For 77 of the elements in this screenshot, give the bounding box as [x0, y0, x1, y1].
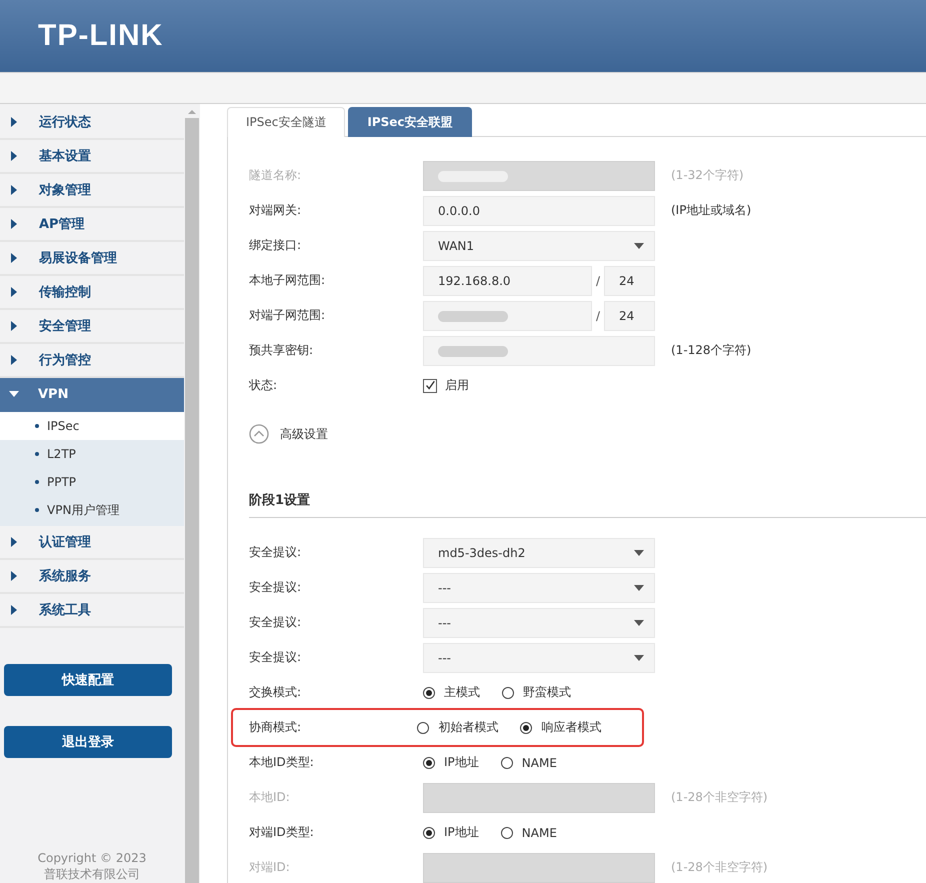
checkbox[interactable]	[423, 378, 437, 392]
field-label: 预共享密钥:	[249, 342, 314, 359]
hint-text: (1-28个非空字符)	[671, 859, 768, 876]
field-label: 本地子网范围:	[249, 272, 326, 289]
radio-button[interactable]	[423, 686, 435, 698]
field-label: 安全提议:	[249, 544, 302, 561]
field-label: 安全提议:	[249, 614, 302, 631]
sidebar-button[interactable]: 退出登录	[4, 726, 172, 758]
caret-down-icon	[634, 242, 644, 248]
hint-text: (IP地址或域名)	[671, 202, 752, 219]
advanced-settings-link[interactable]: 高级设置	[280, 426, 328, 442]
dropdown[interactable]: ---	[423, 608, 655, 638]
separator-text: /	[594, 308, 602, 322]
input-field[interactable]: 192.168.8.0	[423, 266, 592, 296]
copyright-text: Copyright © 2023	[36, 850, 148, 866]
bullet-icon	[35, 480, 39, 484]
input-field[interactable]: 0.0.0.0	[423, 196, 655, 226]
tab[interactable]: IPSec安全联盟	[348, 107, 472, 137]
hint-text: (1-128个字符)	[671, 342, 752, 359]
caret-down-icon	[634, 654, 644, 660]
field-label: 隧道名称:	[249, 167, 302, 184]
radio-label: NAME	[522, 826, 557, 840]
radio-button[interactable]	[423, 826, 435, 838]
hint-text: (1-28个非空字符)	[671, 789, 768, 806]
field-label: 安全提议:	[249, 579, 302, 596]
radio-label: IP地址	[444, 754, 479, 771]
copyright-text: 普联技术有限公司	[43, 866, 141, 882]
sidebar-item[interactable]: VPN	[0, 378, 184, 412]
section-heading: 阶段1设置	[249, 492, 310, 509]
bullet-icon	[35, 508, 39, 512]
radio-button[interactable]	[500, 826, 513, 838]
radio-button[interactable]	[423, 756, 435, 768]
sidebar-subitem[interactable]: VPN用户管理	[0, 496, 184, 524]
field-label: 对端子网范围:	[249, 307, 326, 324]
sidebar-subitem[interactable]: L2TP	[0, 440, 184, 468]
bullet-icon	[35, 424, 39, 428]
field-label: 本地ID:	[249, 789, 291, 806]
dropdown[interactable]: ---	[423, 572, 655, 602]
logo: TP-LINK	[38, 19, 164, 53]
field-label: 本地ID类型:	[249, 754, 315, 771]
field-label: 协商模式:	[249, 719, 302, 736]
radio-label: 响应者模式	[541, 719, 602, 736]
field-label: 对端ID类型:	[249, 824, 315, 841]
radio-label: 野蛮模式	[523, 684, 571, 701]
input-field[interactable]	[423, 300, 592, 330]
radio-label: 主模式	[444, 684, 480, 701]
dropdown[interactable]: ---	[423, 642, 655, 672]
dropdown[interactable]: WAN1	[423, 230, 655, 260]
sidebar-button[interactable]: 快速配置	[4, 664, 172, 696]
field-label: 交换模式:	[249, 684, 302, 701]
field-label: 绑定接口:	[249, 237, 302, 254]
hint-text: (1-32个字符)	[671, 167, 744, 184]
checkbox-label: 启用	[445, 377, 469, 394]
radio-button[interactable]	[417, 722, 430, 734]
sidebar-subitem[interactable]: PPTP	[0, 468, 184, 496]
tab[interactable]: IPSec安全隧道	[227, 107, 346, 137]
field-label: 状态:	[249, 377, 278, 394]
input-field[interactable]: 24	[604, 300, 655, 330]
input-field[interactable]: 24	[604, 266, 655, 296]
field-label: 对端网关:	[249, 202, 302, 219]
radio-label: IP地址	[444, 824, 479, 841]
radio-label: NAME	[522, 756, 557, 770]
radio-button[interactable]	[502, 686, 514, 698]
separator-text: /	[594, 274, 602, 288]
caret-down-icon	[634, 550, 644, 556]
input-field[interactable]	[423, 336, 655, 366]
dropdown[interactable]: md5-3des-dh2	[423, 538, 655, 568]
radio-label: 初始者模式	[438, 719, 498, 736]
field-label: 安全提议:	[249, 649, 302, 666]
bullet-icon	[35, 452, 39, 456]
radio-button[interactable]	[500, 756, 513, 768]
sidebar-subitem[interactable]: IPSec	[0, 412, 184, 440]
field-label: 对端ID:	[249, 859, 291, 876]
chevron-up-icon[interactable]	[249, 424, 269, 444]
radio-button[interactable]	[520, 722, 532, 734]
caret-down-icon	[634, 584, 644, 590]
caret-down-icon	[634, 620, 644, 626]
